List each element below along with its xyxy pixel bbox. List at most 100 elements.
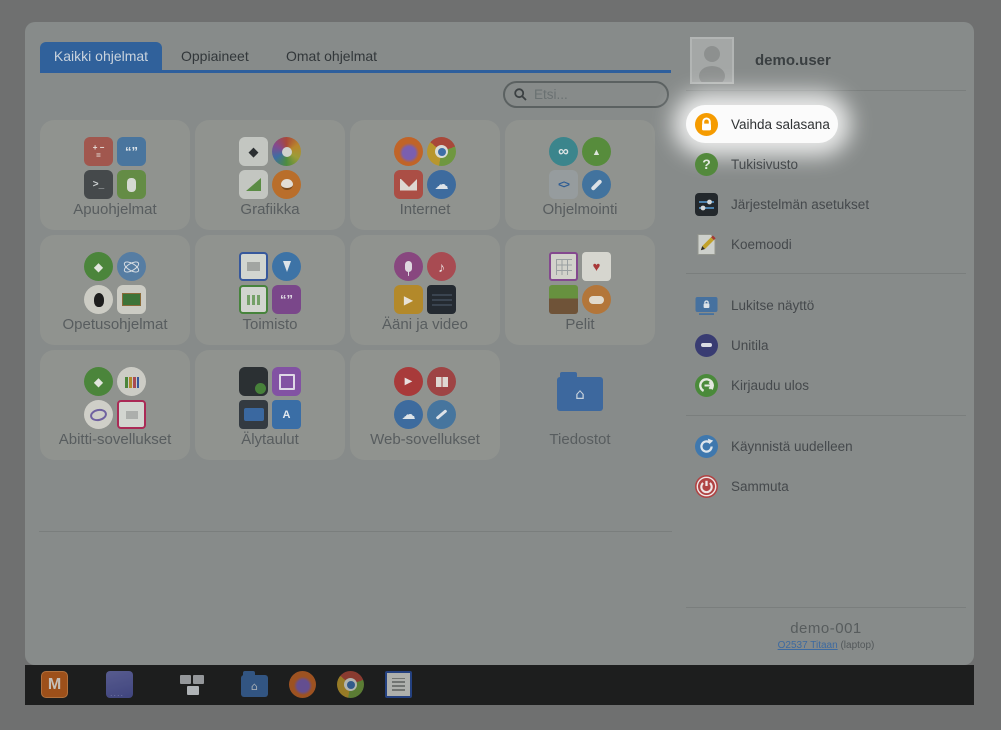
tab-omat-ohjelmat[interactable]: Omat ohjelmat <box>286 42 377 71</box>
menu-item-vaihda-salasana[interactable]: Vaihda salasana <box>695 110 830 138</box>
window-list-icon[interactable] <box>180 671 207 698</box>
terminal-icon <box>84 170 113 199</box>
menu-item-lukitse-naytto[interactable]: Lukitse näyttö <box>695 291 814 319</box>
file-manager-icon[interactable] <box>241 675 268 697</box>
tab-kaikki-ohjelmat[interactable]: Kaikki ohjelmat <box>40 42 162 71</box>
physics-atom-icon <box>117 252 146 281</box>
menu-item-tukisivusto[interactable]: Tukisivusto <box>695 150 798 178</box>
code-icon <box>549 170 578 199</box>
category-tile-tiedostot[interactable]: Tiedostot <box>505 350 655 460</box>
firefox-icon <box>394 137 423 166</box>
graduation-icon <box>84 367 113 396</box>
category-tile-web-sovellukset[interactable]: Web-sovellukset <box>350 350 500 460</box>
writer-doc-icon[interactable] <box>385 671 412 698</box>
marks-icon <box>84 400 113 429</box>
divider <box>686 415 966 416</box>
writer-doc-icon <box>239 252 268 281</box>
inkscape-icon <box>239 137 268 166</box>
chrome-icon <box>427 137 456 166</box>
dark-board-icon <box>239 367 268 396</box>
category-tile-grafiikka[interactable]: Grafiikka <box>195 120 345 230</box>
category-tile-aani-ja-video[interactable]: Ääni ja video <box>350 235 500 345</box>
content-divider <box>39 531 672 532</box>
books-icon <box>427 367 456 396</box>
divider <box>686 90 966 91</box>
compass-icon <box>427 400 456 429</box>
category-label: Ohjelmointi <box>505 201 655 218</box>
avatar[interactable] <box>690 37 734 84</box>
cloud-icon <box>427 170 456 199</box>
gamepad-icon <box>582 285 611 314</box>
calculator-icon <box>84 137 113 166</box>
cloud-icon <box>394 400 423 429</box>
mouse-icon <box>117 170 146 199</box>
play-icon <box>394 285 423 314</box>
search-input[interactable] <box>532 86 646 103</box>
search-icon <box>514 88 527 101</box>
home-folder-icon <box>557 377 603 411</box>
host-model-link[interactable]: O2537 Titaan <box>778 640 838 651</box>
taskbar: M <box>25 665 974 705</box>
logout-icon <box>695 374 718 397</box>
category-label: Tiedostot <box>505 431 655 448</box>
category-tile-opetusohjelmat[interactable]: Opetusohjelmat <box>40 235 190 345</box>
category-tile-pelit[interactable]: Pelit <box>505 235 655 345</box>
mail-icon <box>394 170 423 199</box>
stats-icon <box>117 367 146 396</box>
category-tile-alytaulut[interactable]: Älytaulut <box>195 350 345 460</box>
menu-item-jarjestelman-asetukset[interactable]: Järjestelmän asetukset <box>695 190 869 218</box>
category-tile-toimisto[interactable]: Toimisto <box>195 235 345 345</box>
category-label: Web-sovellukset <box>350 431 500 448</box>
menu-item-koemoodi[interactable]: Koemoodi <box>695 230 792 258</box>
category-label: Opetusohjelmat <box>40 316 190 333</box>
host-info-line: O2537 Titaan (laptop) <box>686 640 966 651</box>
help-icon <box>695 153 718 176</box>
text-tool-icon <box>272 400 301 429</box>
impress-doc-icon <box>117 400 146 429</box>
tab-oppiaineet[interactable]: Oppiaineet <box>181 42 249 71</box>
chalkboard-icon <box>117 285 146 314</box>
sudoku-icon <box>549 252 578 281</box>
category-tile-abitti-sovellukset[interactable]: Abitti-sovellukset <box>40 350 190 460</box>
menu-item-kirjaudu-ulos[interactable]: Kirjaudu ulos <box>695 371 809 399</box>
video-timeline-icon <box>427 285 456 314</box>
show-desktop-icon[interactable] <box>106 671 133 698</box>
screen-share-icon <box>239 400 268 429</box>
divider <box>686 273 966 274</box>
menu-item-unitila[interactable]: Unitila <box>695 331 769 359</box>
purple-notes-icon <box>272 285 301 314</box>
hostname: demo-001 <box>686 620 966 637</box>
tab-underline <box>40 70 671 73</box>
category-tile-internet[interactable]: Internet <box>350 120 500 230</box>
restart-icon <box>695 435 718 458</box>
power-icon <box>695 475 718 498</box>
builder-icon <box>582 170 611 199</box>
menu-item-kaynnista-uudelleen[interactable]: Käynnistä uudelleen <box>695 432 853 460</box>
pen-icon <box>272 252 301 281</box>
category-tile-apuohjelmat[interactable]: Apuohjelmat <box>40 120 190 230</box>
menu-launcher-icon[interactable]: M <box>41 671 68 698</box>
screen: Kaikki ohjelmat Oppiaineet Omat ohjelmat… <box>0 0 1001 730</box>
menu-item-sammuta[interactable]: Sammuta <box>695 472 789 500</box>
category-tile-ohjelmointi[interactable]: Ohjelmointi <box>505 120 655 230</box>
settings-sliders-icon <box>695 193 718 216</box>
category-label: Apuohjelmat <box>40 201 190 218</box>
category-label: Grafiikka <box>195 201 345 218</box>
category-label: Pelit <box>505 316 655 333</box>
category-label: Älytaulut <box>195 431 345 448</box>
tux-icon <box>84 285 113 314</box>
sleep-icon <box>695 334 718 357</box>
crop-icon <box>272 367 301 396</box>
lock-screen-icon <box>695 294 718 317</box>
category-label: Abitti-sovellukset <box>40 431 190 448</box>
chrome-icon[interactable] <box>337 671 364 698</box>
youtube-icon <box>394 367 423 396</box>
playing-card-icon <box>582 252 611 281</box>
notes-icon <box>117 137 146 166</box>
host-type: (laptop) <box>840 640 874 651</box>
calc-doc-icon <box>239 285 268 314</box>
exam-pencil-icon <box>695 233 718 256</box>
firefox-icon[interactable] <box>289 671 316 698</box>
minecraft-icon <box>549 285 578 314</box>
search-box[interactable] <box>503 81 669 108</box>
